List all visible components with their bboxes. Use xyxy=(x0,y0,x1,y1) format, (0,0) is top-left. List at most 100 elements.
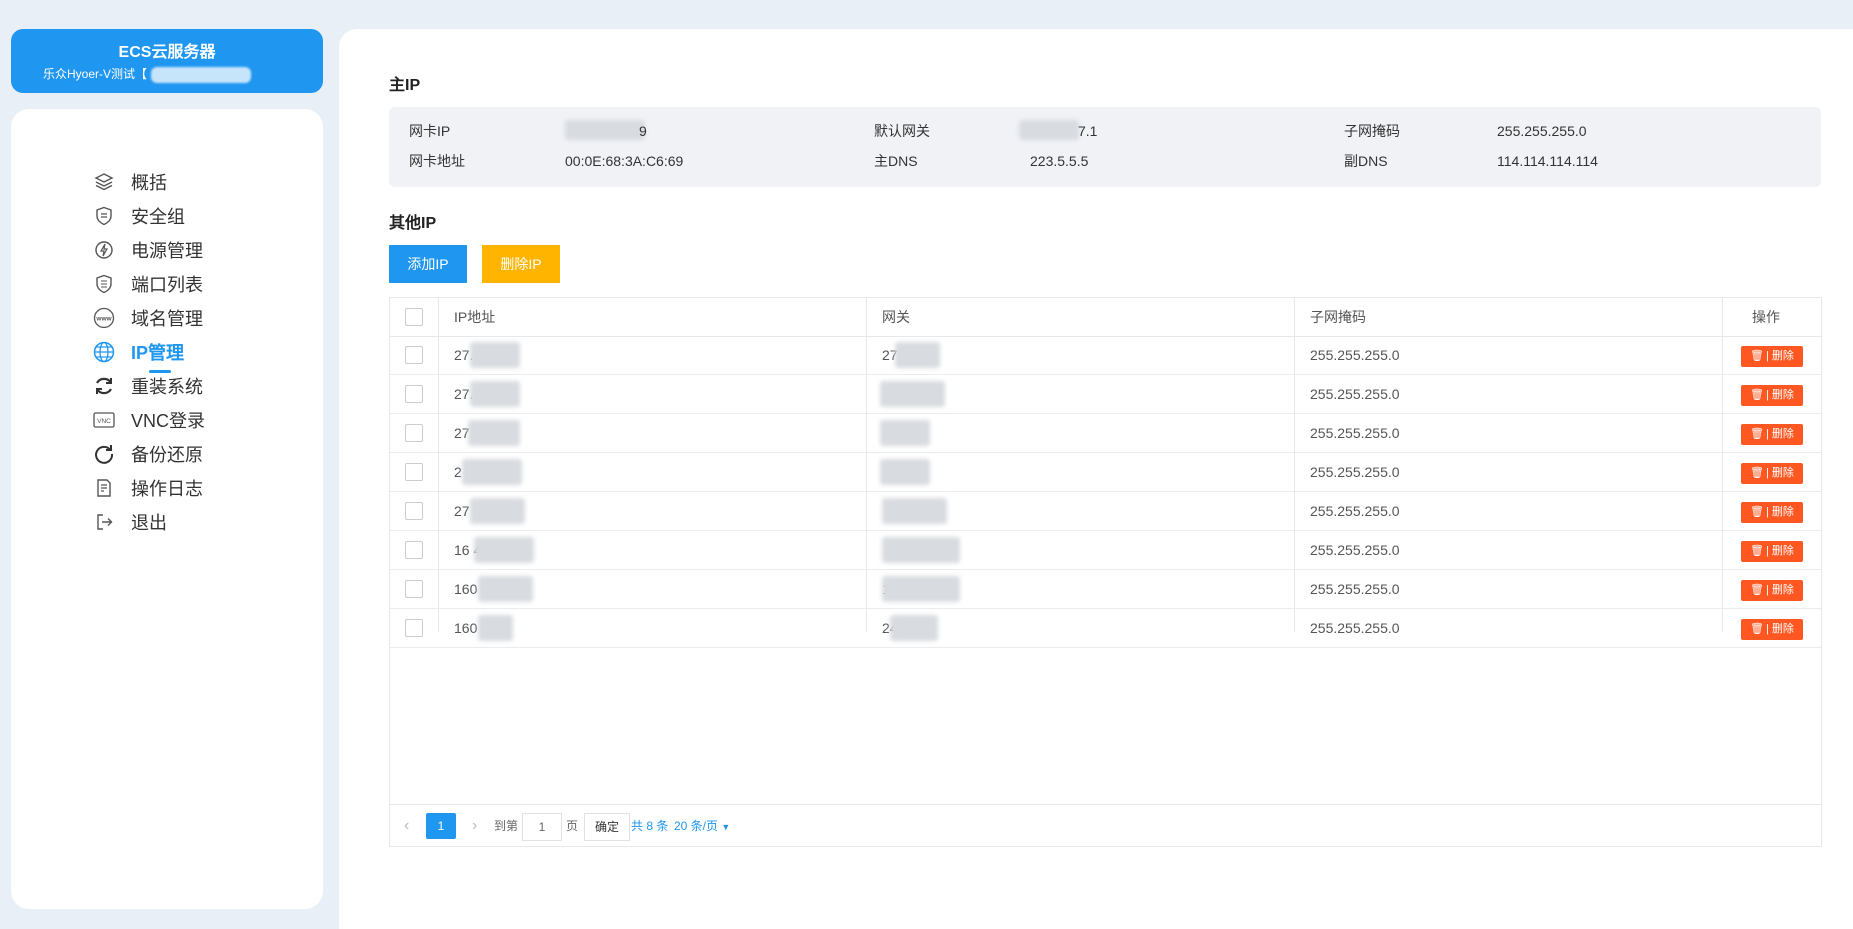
row-checkbox[interactable] xyxy=(405,502,423,520)
vnc-icon: VNC xyxy=(93,409,115,431)
goto-confirm-button[interactable]: 确定 xyxy=(584,813,630,841)
caret-down-icon: ▼ xyxy=(721,822,731,832)
per-page-value: 20 条/页 xyxy=(674,819,719,833)
goto-label: 到第 xyxy=(494,819,519,833)
table-row: 27. .84 27 .1 255.255.255.0 🗑| 删除 xyxy=(390,336,1821,375)
redacted-block xyxy=(882,576,960,602)
sidebar-item-power[interactable]: 电源管理 xyxy=(93,235,313,265)
delete-ip-button[interactable]: 删除IP xyxy=(482,245,560,283)
row-delete-button[interactable]: 🗑 | 删除 xyxy=(1741,580,1803,601)
row-delete-button[interactable]: 🗑 | 删除 xyxy=(1741,619,1803,640)
row-delete-button[interactable]: 🗑 | 删除 xyxy=(1741,346,1803,367)
sidebar-item-label: 备份还原 xyxy=(131,445,203,465)
port-shield-icon xyxy=(93,273,115,295)
sidebar-item-vnc[interactable]: VNC VNC登录 xyxy=(93,405,313,435)
sidebar-item-logs[interactable]: 操作日志 xyxy=(93,473,313,503)
shield-icon xyxy=(93,205,115,227)
redacted-block xyxy=(470,342,520,368)
ip-table: IP地址 网关 子网掩码 操作 27. .84 27 .1 255.255.25… xyxy=(389,297,1822,847)
next-page-icon[interactable]: › xyxy=(472,813,477,839)
row-delete-button[interactable]: 🗑 | 删除 xyxy=(1741,502,1803,523)
table-row: 27 38 1 255.255.255.0 🗑| 删除 xyxy=(390,414,1821,453)
main-ip-title: 主IP xyxy=(389,77,421,94)
sidebar: 概括 安全组 电源管理 端口列表 www 域名管理 IP管理 重装系统 VNC … xyxy=(11,109,323,909)
prev-page-icon[interactable]: ‹ xyxy=(404,813,409,839)
table-row: 160 24 1 255.255.255.0 🗑| 删除 xyxy=(390,570,1821,609)
row-checkbox[interactable] xyxy=(405,346,423,364)
redacted-block xyxy=(882,498,947,524)
table-header: IP地址 网关 子网掩码 操作 xyxy=(390,298,1821,337)
trash-icon: 🗑 xyxy=(1750,584,1765,596)
page-current[interactable]: 1 xyxy=(426,813,456,839)
brand-subtitle-text: 乐众Hyoer-V测试【 xyxy=(42,67,147,81)
table-row: 2 1 255.255.255.0 🗑| 删除 xyxy=(390,453,1821,492)
page-label: 页 xyxy=(566,819,579,833)
sidebar-item-logout[interactable]: 退出 xyxy=(93,507,313,537)
gateway-label: 默认网关 xyxy=(874,123,930,139)
sidebar-item-security-group[interactable]: 安全组 xyxy=(93,201,313,231)
row-checkbox[interactable] xyxy=(405,541,423,559)
sidebar-item-ports[interactable]: 端口列表 xyxy=(93,269,313,299)
row-mask: 255.255.255.0 xyxy=(1310,581,1400,597)
sidebar-item-label: 域名管理 xyxy=(131,309,203,329)
mask-value: 255.255.255.0 xyxy=(1497,123,1587,139)
globe-icon xyxy=(93,341,115,363)
row-delete-button[interactable]: 🗑 | 删除 xyxy=(1741,541,1803,562)
redacted-block xyxy=(565,120,645,140)
row-checkbox[interactable] xyxy=(405,424,423,442)
nic-ip-label: 网卡IP xyxy=(409,123,451,139)
row-checkbox[interactable] xyxy=(405,619,423,637)
sidebar-item-reinstall[interactable]: 重装系统 xyxy=(93,371,313,401)
brand-title: ECS云服务器 xyxy=(118,44,216,61)
select-all-checkbox[interactable] xyxy=(405,308,423,326)
redacted-block xyxy=(890,615,938,641)
row-mask: 255.255.255.0 xyxy=(1310,425,1400,441)
trash-icon: 🗑 xyxy=(1750,506,1765,518)
redacted-block xyxy=(478,615,513,641)
trash-icon: 🗑 xyxy=(1750,350,1765,362)
row-checkbox[interactable] xyxy=(405,463,423,481)
mask-label: 子网掩码 xyxy=(1344,123,1400,139)
redacted-block xyxy=(474,537,534,563)
sidebar-item-ip-management[interactable]: IP管理 xyxy=(93,337,313,373)
table-row: 27. 85 255.255.255.0 🗑| 删除 xyxy=(390,375,1821,414)
log-icon xyxy=(93,477,115,499)
redacted-block xyxy=(882,537,960,563)
row-ip: 2 xyxy=(454,464,462,480)
row-delete-button[interactable]: 🗑 | 删除 xyxy=(1741,385,1803,406)
row-checkbox[interactable] xyxy=(405,385,423,403)
per-page-select[interactable]: 20 条/页 ▼ xyxy=(674,813,730,839)
row-delete-button[interactable]: 🗑 | 删除 xyxy=(1741,424,1803,445)
redacted-block xyxy=(1019,120,1079,140)
redacted-block xyxy=(478,576,533,602)
trash-icon: 🗑 xyxy=(1750,389,1765,401)
mac-value: 00:0E:68:3A:C6:69 xyxy=(565,153,684,169)
goto-page-input[interactable]: 1 xyxy=(522,813,562,841)
sidebar-item-label: 电源管理 xyxy=(131,241,203,261)
sidebar-item-label: 概括 xyxy=(131,173,167,193)
sidebar-item-backup[interactable]: 备份还原 xyxy=(93,439,313,469)
row-mask: 255.255.255.0 xyxy=(1310,503,1400,519)
logout-icon xyxy=(93,511,115,533)
row-delete-button[interactable]: 🗑 | 删除 xyxy=(1741,463,1803,484)
total-count: 共 8 条 xyxy=(631,819,669,833)
redacted-block xyxy=(462,459,522,485)
sidebar-item-overview[interactable]: 概括 xyxy=(93,167,313,197)
trash-icon: 🗑 xyxy=(1750,428,1765,440)
redacted-block xyxy=(151,66,251,83)
sidebar-item-label: 退出 xyxy=(131,513,167,533)
trash-icon: 🗑 xyxy=(1750,545,1765,557)
sidebar-item-label: IP管理 xyxy=(131,343,185,363)
svg-text:VNC: VNC xyxy=(97,418,111,425)
sidebar-item-domains[interactable]: www 域名管理 xyxy=(93,303,313,333)
redacted-block xyxy=(880,420,930,446)
row-checkbox[interactable] xyxy=(405,580,423,598)
sidebar-item-label: VNC登录 xyxy=(131,411,206,431)
dns2-label: 副DNS xyxy=(1344,153,1388,169)
main-ip-info: 网卡IP 9 默认网关 7.1 子网掩码 255.255.255.0 网卡地址 … xyxy=(389,107,1821,187)
add-ip-button[interactable]: 添加IP xyxy=(389,245,467,283)
sidebar-item-label: 端口列表 xyxy=(131,275,203,295)
col-ip: IP地址 xyxy=(454,309,496,325)
row-mask: 255.255.255.0 xyxy=(1310,464,1400,480)
refresh-icon xyxy=(93,375,115,397)
